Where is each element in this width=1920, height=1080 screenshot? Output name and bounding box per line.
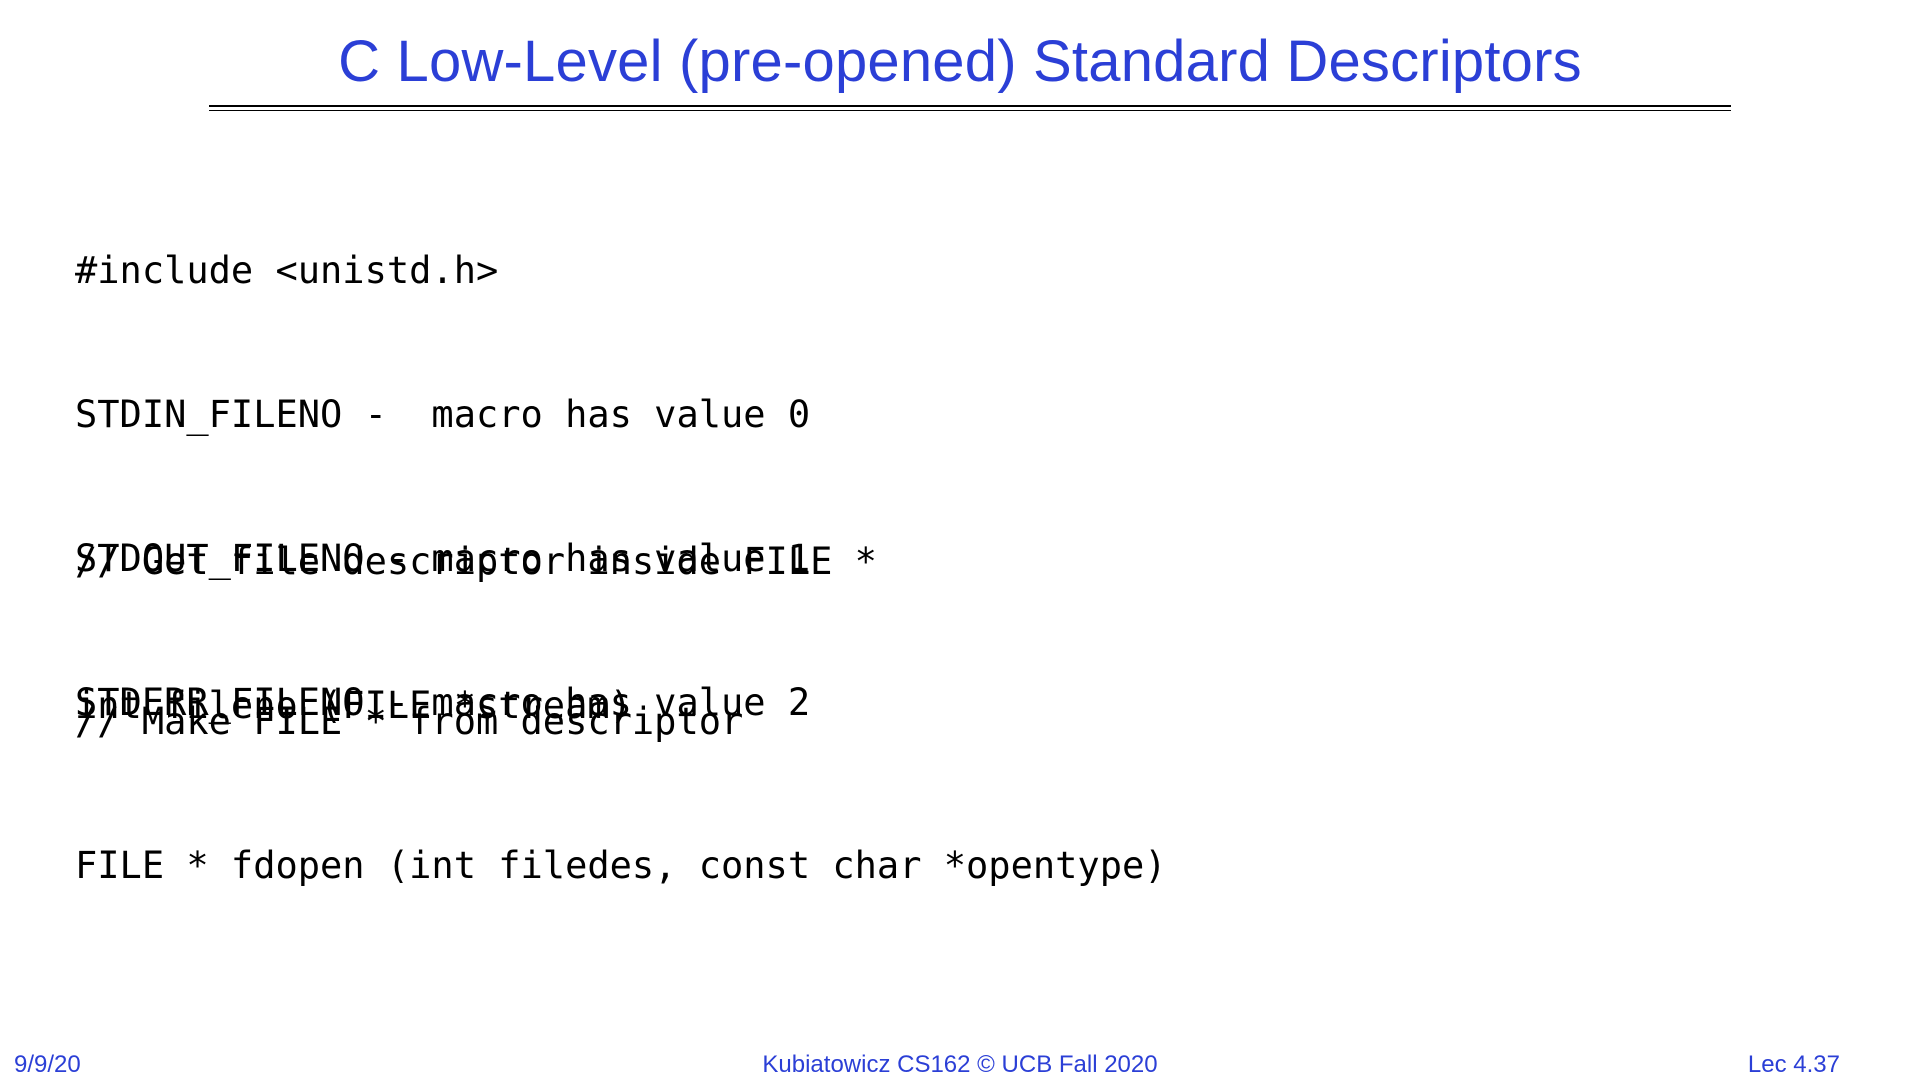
footer-lecture-number: Lec 4.37	[1747, 1051, 1840, 1078]
footer-course-credit: Kubiatowicz CS162 © UCB Fall 2020	[762, 1051, 1158, 1078]
code-comment-fileno: // Get file descriptor inside FILE *	[75, 540, 877, 583]
code-block-fdopen: // Make FILE * from descriptor FILE * fd…	[75, 607, 1167, 981]
code-comment-fdopen: // Make FILE * from descriptor	[75, 700, 744, 743]
slide-title: C Low-Level (pre-opened) Standard Descri…	[338, 29, 1582, 94]
code-line-include: #include <unistd.h>	[75, 249, 499, 292]
title-underline-thin	[209, 110, 1731, 111]
slide: C Low-Level (pre-opened) Standard Descri…	[0, 0, 1920, 1080]
title-underline-thick	[209, 105, 1731, 107]
code-line-fdopen-signature: FILE * fdopen (int filedes, const char *…	[75, 844, 1167, 887]
code-line-stdin: STDIN_FILENO - macro has value 0	[75, 393, 811, 436]
